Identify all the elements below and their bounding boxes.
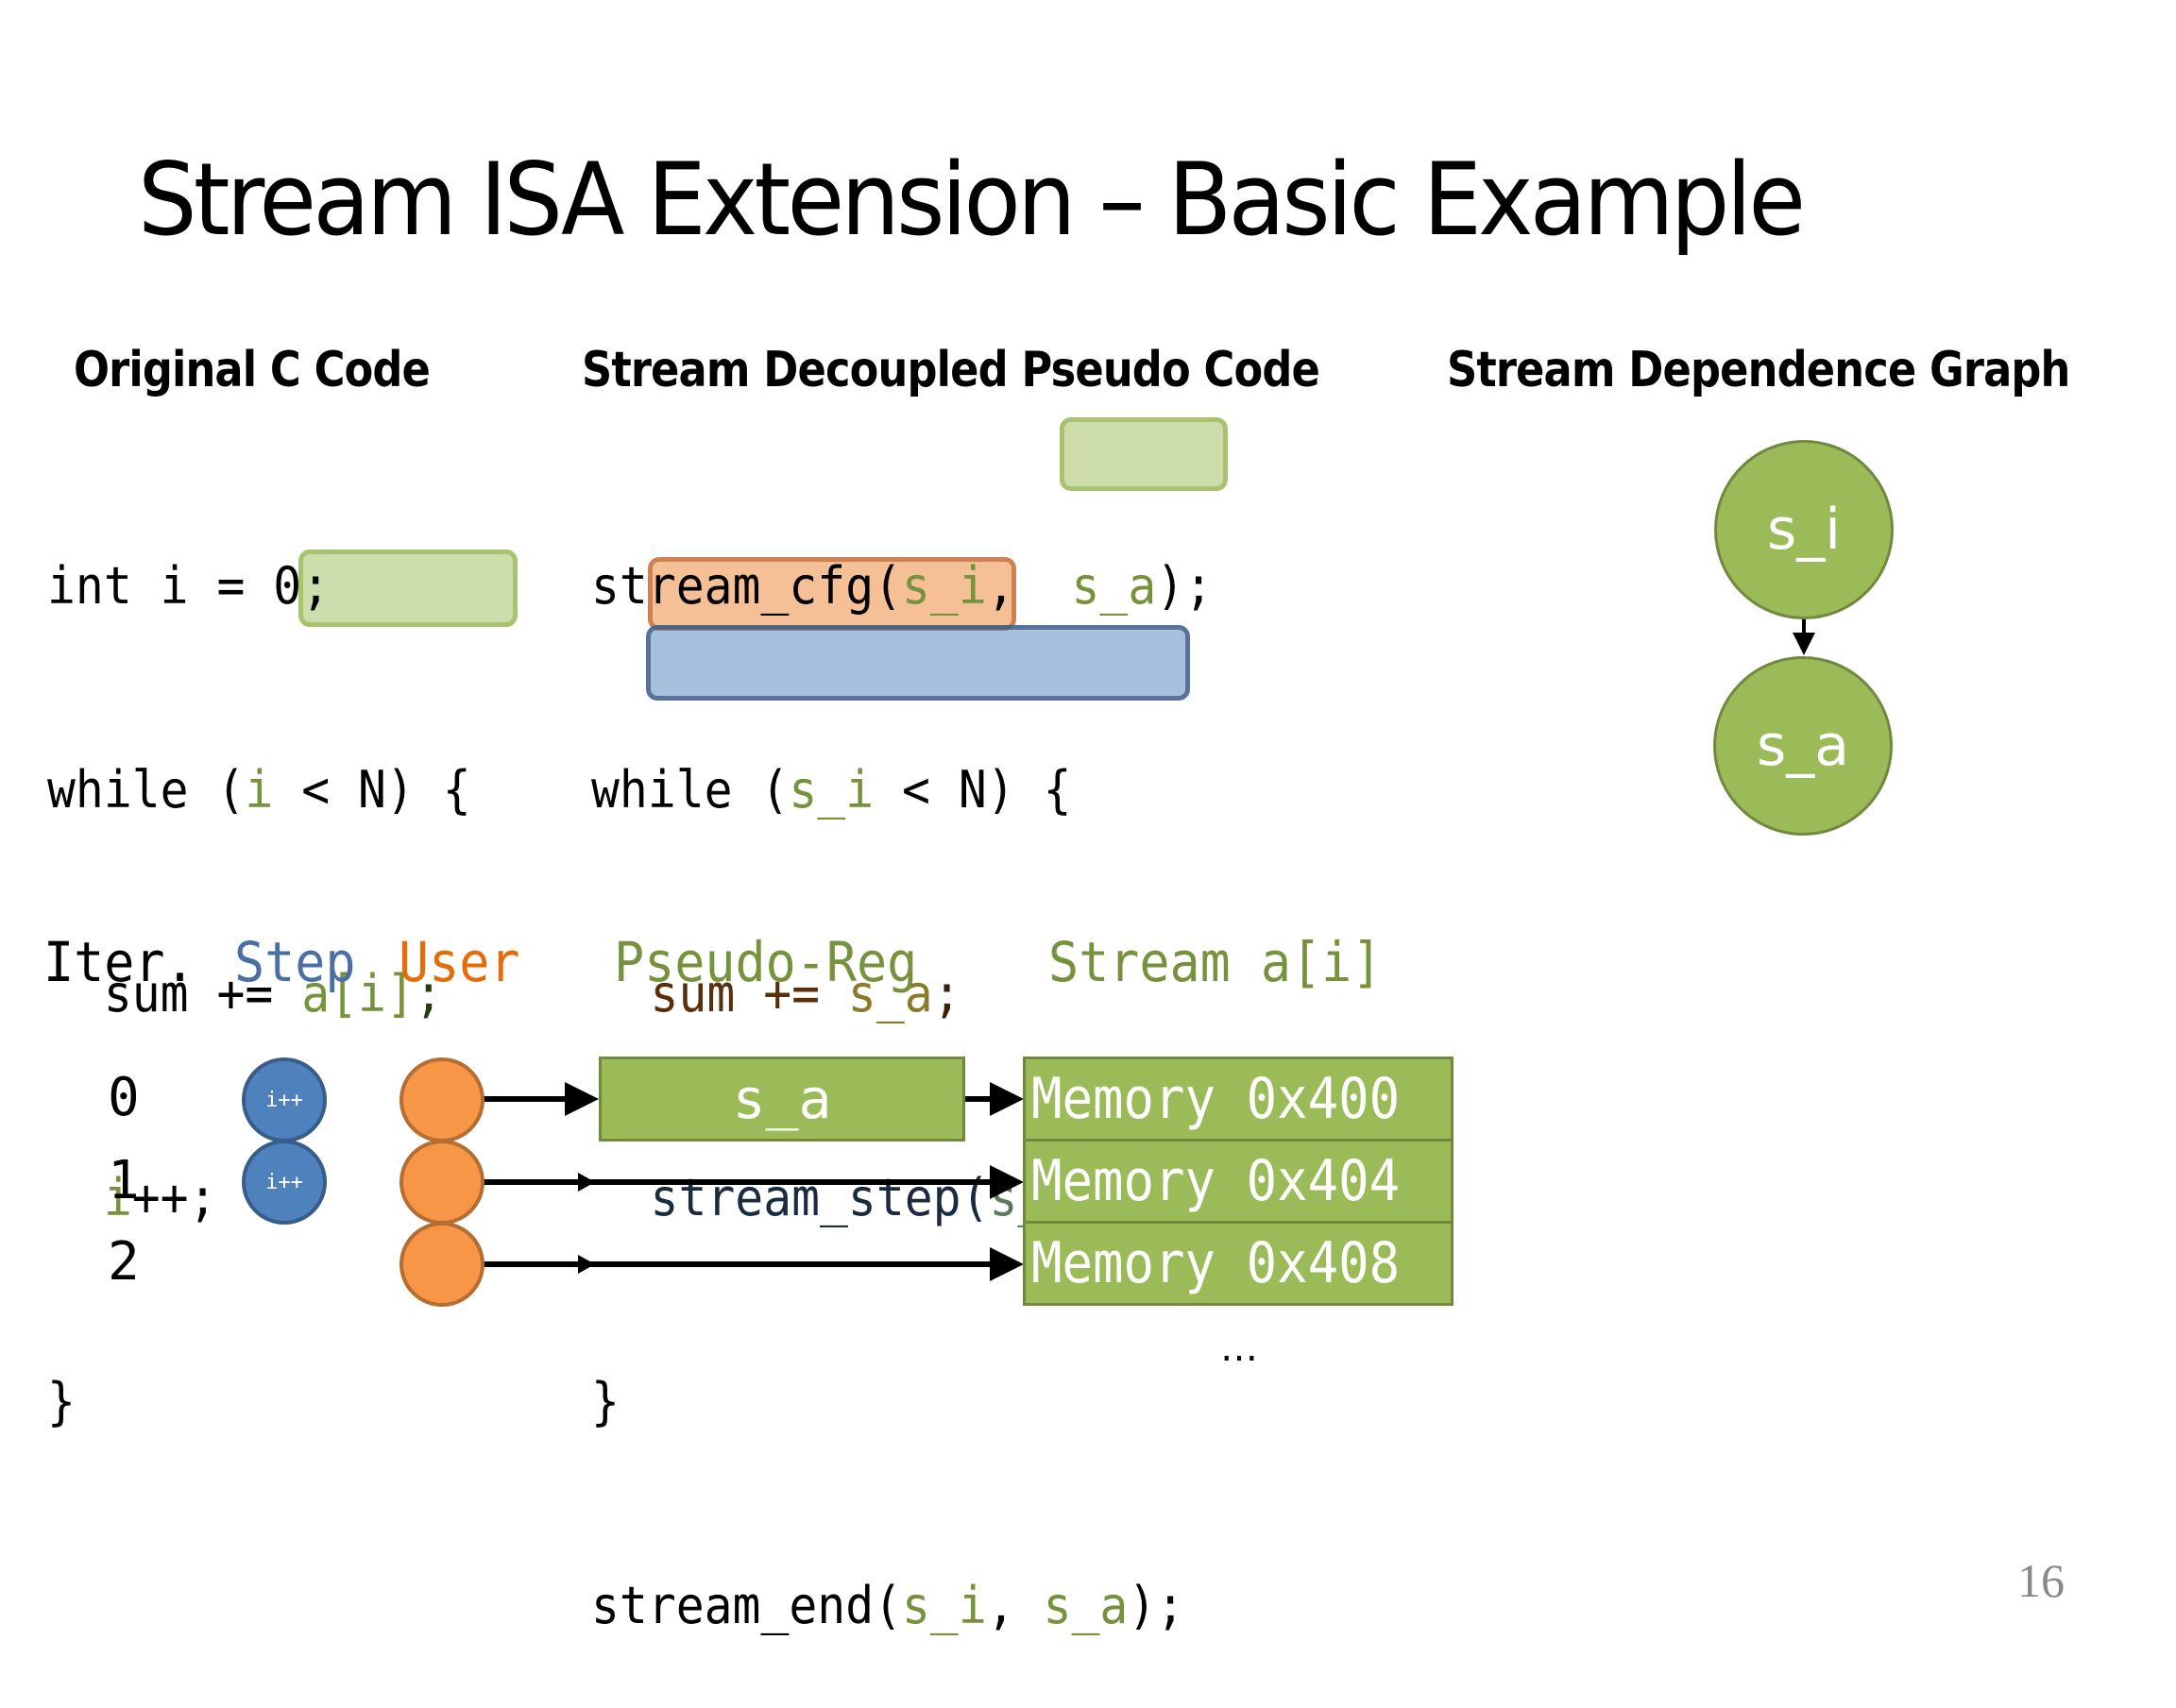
graph-node-label: s_a — [1756, 713, 1850, 779]
iter-number: 0 — [108, 1067, 140, 1128]
mid-arrowhead — [578, 1255, 595, 1274]
col-header-stream: Stream a[i] — [1048, 930, 1383, 994]
memory-label: Memory 0x400 — [1031, 1066, 1401, 1132]
col-header-user: User — [399, 930, 520, 994]
iter-number: 1 — [108, 1150, 140, 1211]
memory-label: Memory 0x404 — [1031, 1148, 1401, 1214]
step-circle: i++ — [242, 1057, 327, 1142]
mid-arrowhead — [578, 1173, 595, 1192]
step-label: i++ — [265, 1170, 303, 1194]
memory-box: Memory 0x408 — [1023, 1221, 1454, 1306]
graph-node-label: s_i — [1767, 497, 1841, 563]
iter-number: 2 — [108, 1231, 140, 1293]
step-label: i++ — [265, 1088, 303, 1112]
step-circle: i++ — [242, 1140, 327, 1225]
col-header-step: Step — [234, 930, 356, 994]
memory-box: Memory 0x404 — [1023, 1139, 1454, 1224]
user-circle — [400, 1140, 484, 1225]
page-number: 16 — [2017, 1554, 2065, 1607]
pseudo-reg-box: s_a — [599, 1057, 965, 1141]
graph-node-s-i: s_i — [1714, 440, 1894, 619]
pseudo-reg-label: s_a — [732, 1067, 832, 1131]
user-circle — [400, 1057, 484, 1142]
memory-label: Memory 0x408 — [1031, 1230, 1401, 1296]
ellipsis: … — [1220, 1327, 1258, 1370]
col-header-pseudo-reg: Pseudo-Reg — [614, 930, 918, 994]
user-circle — [400, 1222, 484, 1307]
graph-node-s-a: s_a — [1713, 656, 1893, 836]
memory-box: Memory 0x400 — [1023, 1057, 1454, 1141]
col-header-iter: Iter. — [43, 930, 196, 994]
